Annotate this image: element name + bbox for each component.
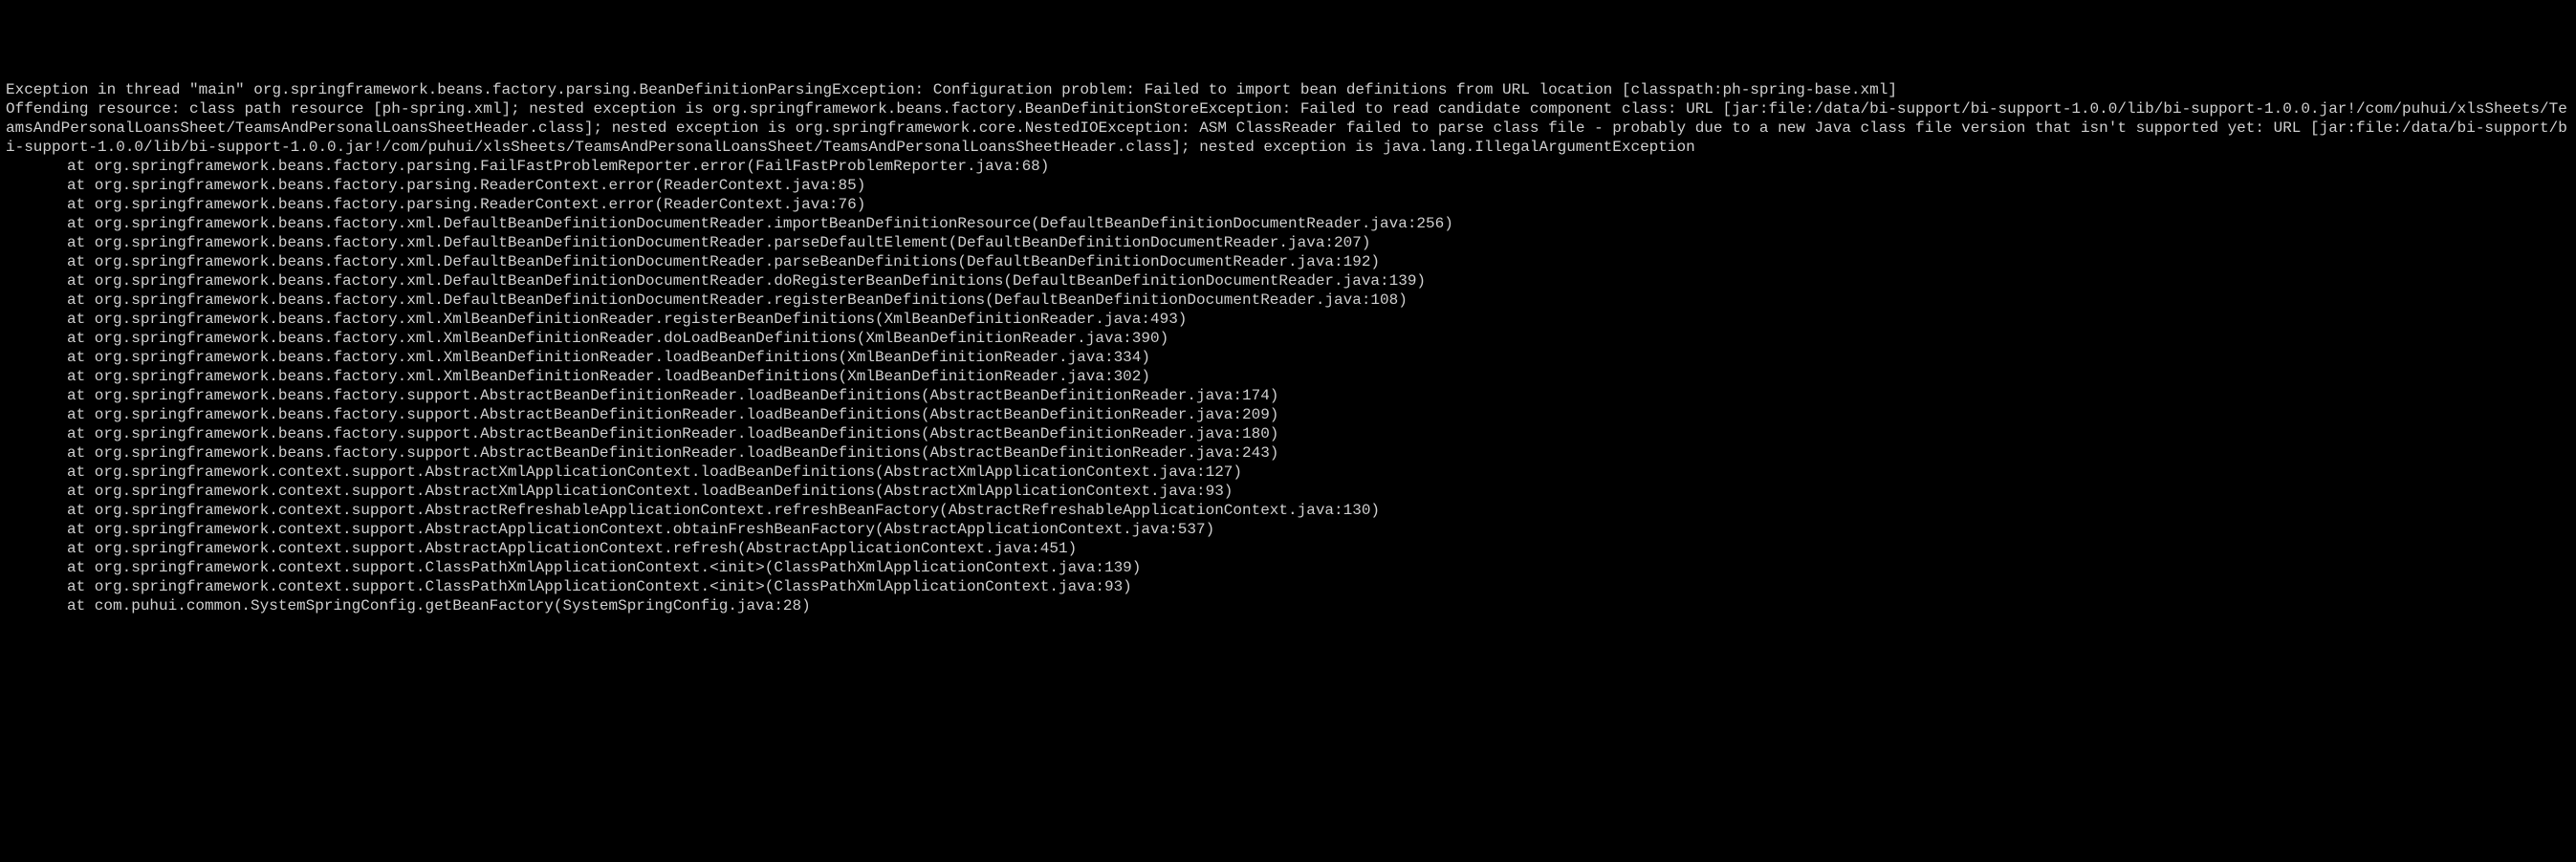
stack-trace-line: at org.springframework.beans.factory.sup… <box>6 386 2570 405</box>
stack-trace-line: at org.springframework.beans.factory.xml… <box>6 233 2570 252</box>
stack-trace-line: at org.springframework.beans.factory.xml… <box>6 310 2570 329</box>
stack-trace-line: at org.springframework.context.support.A… <box>6 463 2570 482</box>
stack-trace-line: at org.springframework.beans.factory.xml… <box>6 329 2570 348</box>
stack-trace-line: at org.springframework.context.support.C… <box>6 577 2570 596</box>
stack-trace-line: at org.springframework.beans.factory.xml… <box>6 348 2570 367</box>
stack-trace-line: at org.springframework.beans.factory.par… <box>6 195 2570 214</box>
stack-trace-line: at org.springframework.beans.factory.sup… <box>6 424 2570 443</box>
stack-trace-line: at com.puhui.common.SystemSpringConfig.g… <box>6 596 2570 615</box>
stack-trace-line: at org.springframework.beans.factory.xml… <box>6 214 2570 233</box>
stack-trace-line: at org.springframework.context.support.C… <box>6 558 2570 577</box>
stack-trace-line: at org.springframework.context.support.A… <box>6 539 2570 558</box>
exception-message-line: Exception in thread "main" org.springfra… <box>6 80 2570 99</box>
stack-trace-line: at org.springframework.context.support.A… <box>6 520 2570 539</box>
stack-trace-line: at org.springframework.beans.factory.par… <box>6 157 2570 176</box>
stack-trace-line: at org.springframework.beans.factory.xml… <box>6 291 2570 310</box>
stack-trace-line: at org.springframework.context.support.A… <box>6 501 2570 520</box>
stack-trace-line: at org.springframework.beans.factory.par… <box>6 176 2570 195</box>
stack-trace-line: at org.springframework.beans.factory.xml… <box>6 252 2570 271</box>
stack-trace-line: at org.springframework.beans.factory.sup… <box>6 405 2570 424</box>
stack-trace-line: at org.springframework.beans.factory.xml… <box>6 367 2570 386</box>
stack-trace-line: at org.springframework.beans.factory.sup… <box>6 443 2570 463</box>
stack-trace-line: at org.springframework.beans.factory.xml… <box>6 271 2570 291</box>
exception-message-line: Offending resource: class path resource … <box>6 99 2570 157</box>
stack-trace-line: at org.springframework.context.support.A… <box>6 482 2570 501</box>
terminal-output[interactable]: Exception in thread "main" org.springfra… <box>6 80 2570 615</box>
